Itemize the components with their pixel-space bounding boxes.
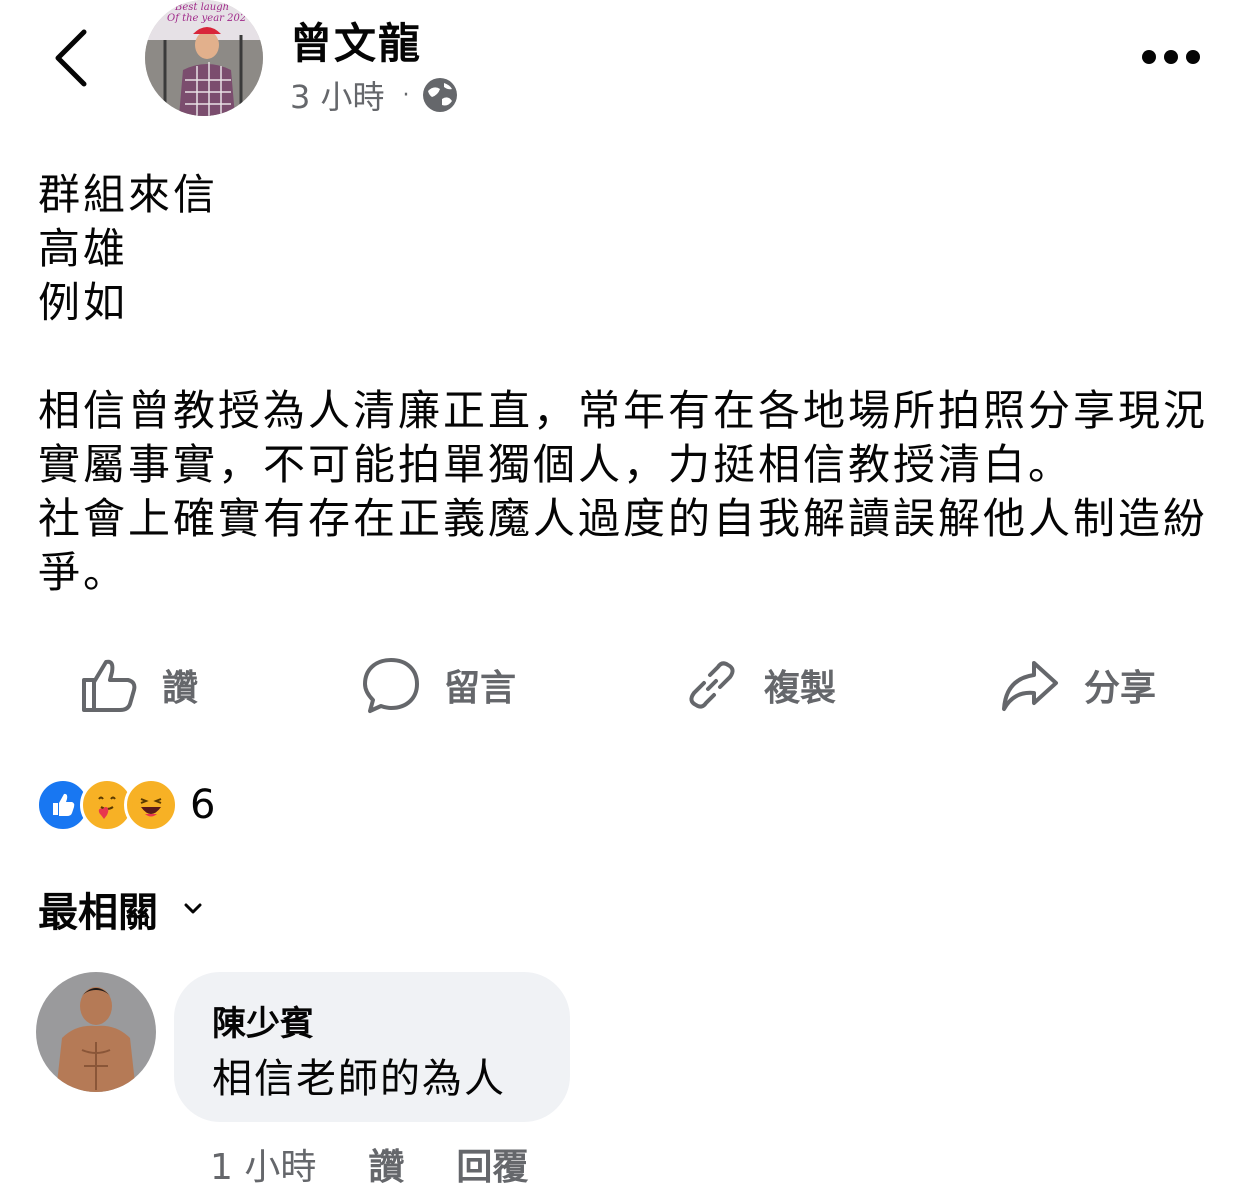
post-paragraph: 社會上確實有存在正義魔人過度的自我解讀誤解他人制造紛爭。 <box>38 494 1209 597</box>
comment-text: 相信老師的為人 <box>212 1056 506 1102</box>
author-avatar[interactable]: Best laugh Of the year 202 <box>145 0 263 116</box>
more-options-button[interactable] <box>1140 44 1202 70</box>
thumbs-up-icon <box>82 659 137 712</box>
chevron-left-icon <box>55 29 87 87</box>
back-button[interactable] <box>50 28 96 88</box>
reactions-summary[interactable]: 6 <box>36 778 216 832</box>
comments-sort-selector[interactable]: 最相關 <box>38 880 202 938</box>
reaction-count: 6 <box>190 782 216 828</box>
post-line: 高雄 <box>38 224 129 273</box>
post-line: 例如 <box>38 278 129 327</box>
comment-like-button[interactable]: 讚 <box>368 1138 404 1190</box>
comment-time: 1 小時 <box>210 1147 317 1188</box>
globe-icon <box>422 78 457 112</box>
like-button[interactable]: 讚 <box>80 650 198 720</box>
svg-text:Best laugh: Best laugh <box>174 2 229 13</box>
chevron-down-icon <box>184 903 202 914</box>
comment-footer: 1 小時 讚 回覆 <box>210 1138 580 1190</box>
comment-button[interactable]: 留言 <box>362 650 516 720</box>
haha-reaction-icon <box>124 778 178 832</box>
more-dots-icon <box>1142 50 1200 64</box>
comment-reply-button[interactable]: 回覆 <box>456 1138 528 1190</box>
post-time[interactable]: 3 小時 <box>290 72 385 118</box>
share-arrow-icon <box>1002 661 1058 711</box>
share-button[interactable]: 分享 <box>1000 650 1156 720</box>
post-paragraph: 相信曾教授為人清廉正直，常年有在各地場所拍照分享現況實屬事實，不可能拍單獨個人，… <box>38 386 1209 489</box>
sort-label: 最相關 <box>38 890 158 936</box>
post-line: 群組來信 <box>38 170 219 219</box>
copy-label: 複製 <box>764 668 837 709</box>
link-icon <box>689 661 735 709</box>
meta-separator: · <box>402 82 410 108</box>
post-body: 群組來信 高雄 例如 相信曾教授為人清廉正直，常年有在各地場所拍照分享現況實屬事… <box>38 168 1208 600</box>
comment-label: 留言 <box>444 668 517 709</box>
copy-button[interactable]: 複製 <box>684 650 836 720</box>
commenter-avatar[interactable] <box>36 972 156 1092</box>
post-author-name[interactable]: 曾文龍 <box>290 10 422 71</box>
like-label: 讚 <box>162 668 199 709</box>
svg-text:Of the year 202: Of the year 202 <box>167 13 246 24</box>
commenter-name[interactable]: 陳少賓 <box>212 996 314 1045</box>
post-meta: 3 小時 · <box>290 72 458 118</box>
comment-bubble-icon <box>363 658 419 713</box>
share-label: 分享 <box>1084 668 1157 709</box>
